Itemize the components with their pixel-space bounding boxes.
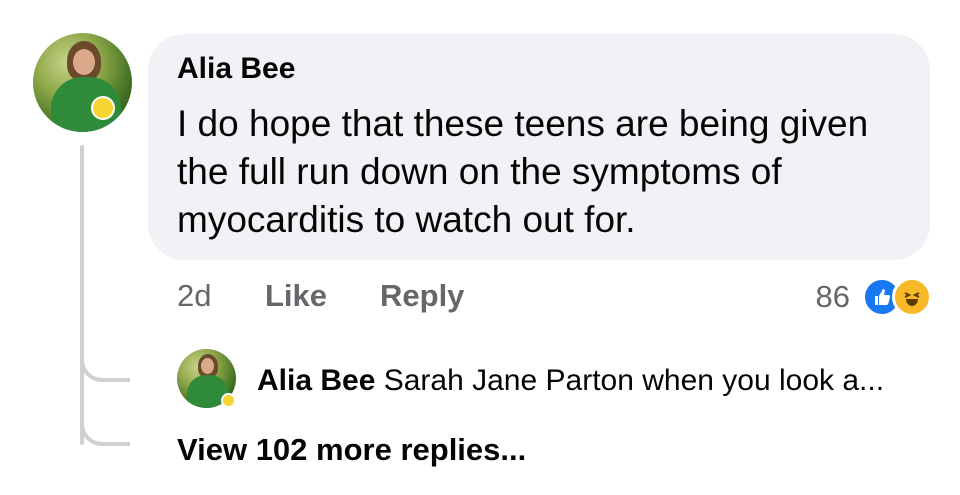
comment-author[interactable]: Alia Bee [177,52,295,86]
reply-author[interactable]: Alia Bee [257,364,375,397]
reaction-count: 86 [815,279,850,314]
avatar-face [73,49,95,75]
more-replies-branch-connector [80,416,130,446]
reply-preview-text: Sarah Jane Parton when you look a... [383,364,885,397]
thread-line [80,145,84,445]
like-button[interactable]: Like [265,278,327,314]
view-more-replies-link[interactable]: View 102 more replies... [177,432,526,468]
avatar[interactable] [33,33,132,132]
smiley-badge-icon [221,393,236,408]
reply-preview[interactable]: Alia Bee Sarah Jane Parton when you look… [257,364,947,398]
smiley-badge-icon [91,96,115,120]
comment-text: I do hope that these teens are being giv… [177,103,869,240]
haha-icon [892,277,932,317]
reaction-summary[interactable]: 86 [816,272,932,322]
comment-timestamp[interactable]: 2d [177,278,211,314]
reply-branch-connector [80,352,130,382]
reply-button[interactable]: Reply [380,278,464,314]
avatar-face [201,358,214,374]
